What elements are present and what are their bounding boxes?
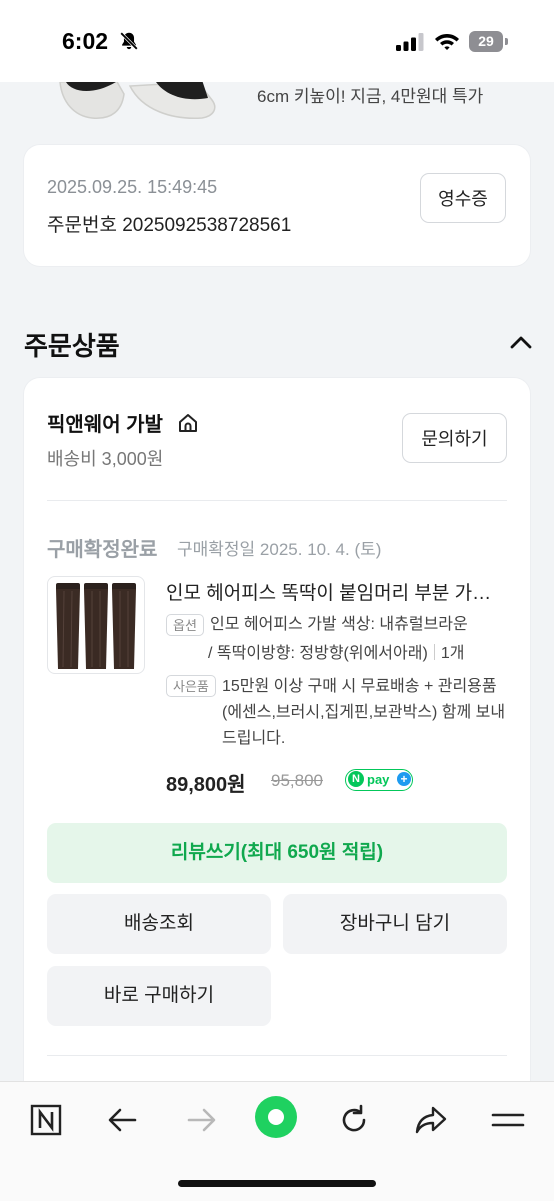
npay-n-logo: N — [348, 771, 364, 787]
hair-extension-image — [56, 583, 136, 669]
gift-text: 15만원 이상 구매 시 무료배송 + 관리용품(에센스,브러시,집게핀,보관박… — [222, 678, 506, 747]
bell-off-icon — [120, 32, 138, 50]
reload-icon[interactable] — [336, 1102, 372, 1138]
seller-name[interactable]: 픽앤웨어 가발 — [47, 408, 163, 437]
shipping-fee: 배송비 3,000원 — [47, 449, 164, 469]
divider — [47, 500, 507, 501]
order-item-card: 픽앤웨어 가발 배송비 3,000원 문의하기 구매확정완료 구매확정일 202… — [24, 378, 530, 1138]
order-info-card: 2025.09.25. 15:49:45 주문번호 20250925387285… — [24, 145, 530, 266]
original-price: 95,800 — [271, 771, 323, 790]
status-bar: 6:02 29 — [0, 0, 554, 82]
signal-icon — [396, 33, 424, 51]
option-line-2-text: / 똑딱이방향: 정방향(위에서아래) — [208, 645, 428, 662]
write-review-button[interactable]: 리뷰쓰기(최대 650원 적립) — [47, 823, 507, 883]
purchase-status: 구매확정완료 — [47, 539, 158, 561]
npay-plus-icon: + — [397, 772, 411, 786]
price: 89,800원 — [166, 774, 246, 796]
battery-level: 29 — [469, 31, 503, 52]
product-thumbnail[interactable] — [47, 576, 145, 674]
option-tag: 옵션 — [166, 614, 204, 636]
shoe-image — [59, 82, 216, 119]
naver-home-icon[interactable] — [28, 1102, 64, 1138]
order-date: 2025.09.25. 15:49:45 — [47, 177, 218, 197]
separator — [433, 644, 435, 660]
section-title: 주문상품 — [24, 331, 120, 361]
battery-icon: 29 — [469, 31, 509, 52]
track-delivery-button[interactable]: 배송조회 — [47, 894, 271, 954]
option-line-2: / 똑딱이방향: 정방향(위에서아래) 1개 — [208, 641, 464, 667]
divider — [47, 1055, 507, 1056]
forward-arrow-icon[interactable] — [183, 1102, 219, 1138]
promo-text: 6cm 키높이! 지금, 4만원대 특가 — [257, 87, 484, 106]
status-time: 6:02 — [62, 28, 109, 54]
inquiry-button[interactable]: 문의하기 — [402, 413, 507, 463]
add-to-cart-button[interactable]: 장바구니 담기 — [283, 894, 507, 954]
npay-text: pay — [367, 772, 390, 787]
quantity: 1개 — [440, 645, 465, 662]
menu-icon[interactable] — [490, 1102, 526, 1138]
green-dot-icon[interactable] — [254, 1095, 298, 1139]
product-title[interactable]: 인모 헤어피스 똑딱이 붙임머리 부분 가발 엘사 부분붙임 — [166, 578, 507, 605]
home-icon[interactable] — [177, 412, 199, 434]
order-number-value: 2025092538728561 — [122, 215, 292, 236]
receipt-button[interactable]: 영수증 — [420, 173, 506, 223]
home-indicator — [178, 1180, 376, 1187]
gift-tag: 사은품 — [166, 675, 216, 697]
confirm-date: 구매확정일 2025. 10. 4. (토) — [177, 540, 382, 559]
option-line-1: 인모 헤어피스 가발 색상: 내츄럴브라운 — [210, 616, 468, 633]
share-icon[interactable] — [413, 1102, 449, 1138]
order-number: 주문번호 2025092538728561 — [47, 210, 291, 237]
buy-again-button[interactable]: 바로 구매하기 — [47, 966, 271, 1026]
battery-tip — [505, 38, 508, 45]
order-number-label: 주문번호 — [47, 215, 117, 236]
npay-plus-badge: N pay + — [345, 769, 413, 791]
back-arrow-icon[interactable] — [105, 1102, 141, 1138]
chevron-up-icon[interactable] — [508, 330, 534, 356]
promo-banner[interactable]: 6cm 키높이! 지금, 4만원대 특가 — [0, 82, 554, 124]
wifi-icon — [435, 34, 459, 50]
